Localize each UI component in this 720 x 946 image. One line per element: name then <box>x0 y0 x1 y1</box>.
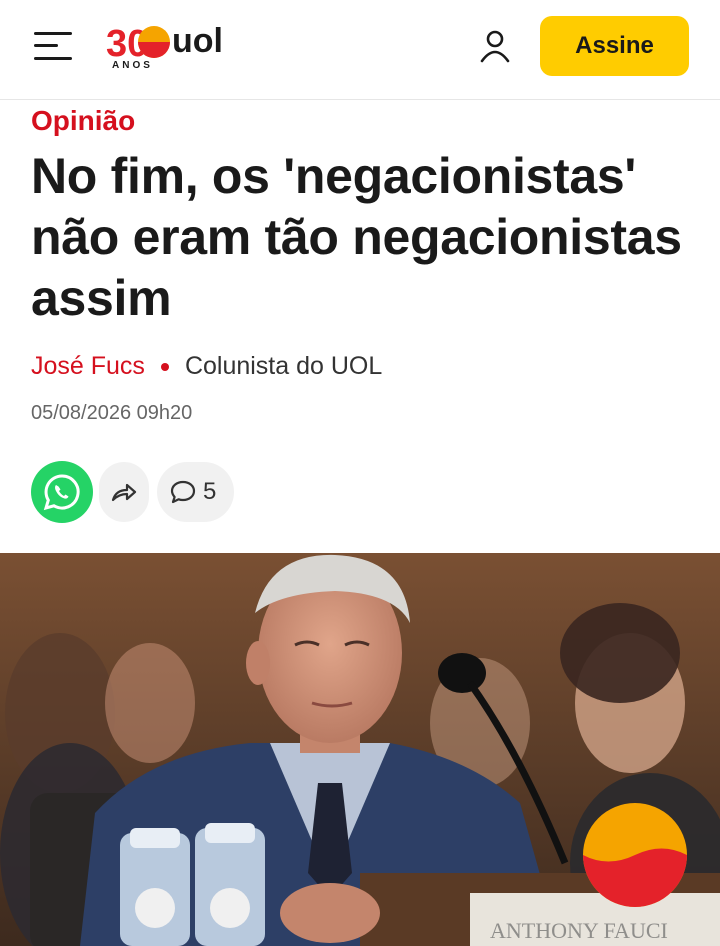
top-bar: 30 uol ANOS Assine <box>0 0 720 100</box>
hamburger-menu-icon[interactable] <box>34 30 74 62</box>
section-label[interactable]: Opinião <box>31 105 135 137</box>
byline: José Fucs Colunista do UOL <box>31 352 382 381</box>
article-title: No fim, os 'negacionistas' não eram tão … <box>31 148 682 326</box>
share-arrow-icon <box>111 483 137 502</box>
comment-bubble-icon <box>170 480 196 504</box>
logo-anos-text: ANOS <box>112 60 153 71</box>
uol-sun-badge-icon[interactable] <box>582 802 688 908</box>
comments-button[interactable]: 5 <box>157 462 235 522</box>
publish-date: 05/08/2026 09h20 <box>31 402 193 424</box>
comment-count: 5 <box>203 478 217 505</box>
whatsapp-icon <box>43 474 80 511</box>
whatsapp-share-button[interactable] <box>31 461 93 523</box>
share-button[interactable] <box>99 462 149 522</box>
byline-separator-dot <box>160 362 169 371</box>
subscribe-button[interactable]: Assine <box>540 16 689 76</box>
share-bar: 5 <box>31 461 235 523</box>
user-icon[interactable] <box>478 28 512 64</box>
nameplate-text: ANTHONY FAUCI <box>490 918 668 943</box>
logo-brand: uol <box>172 22 223 60</box>
author-link[interactable]: José Fucs <box>31 352 145 381</box>
author-role: Colunista do UOL <box>184 352 383 380</box>
